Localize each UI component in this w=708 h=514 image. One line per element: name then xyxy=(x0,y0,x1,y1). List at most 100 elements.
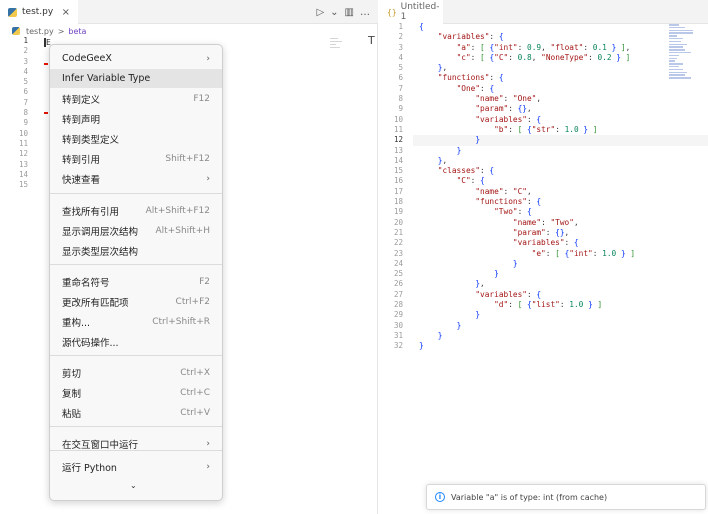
menu-item[interactable]: 粘贴 Ctrl+V xyxy=(50,403,222,422)
line-number-gutter: 1 2 3 4 5 6 7 8 9 10 11 12 13 14 15 xyxy=(0,36,36,190)
line-number: 2 xyxy=(23,46,28,56)
right-tab-bar: {} Untitled-1 xyxy=(379,0,708,24)
line-number: 16 xyxy=(393,176,403,186)
line-number: 17 xyxy=(393,186,403,196)
line-number: 11 xyxy=(18,138,28,148)
menu-item[interactable]: 转到声明 xyxy=(50,109,222,128)
line-number: 1 xyxy=(23,36,28,45)
tab-untitled-1[interactable]: {} Untitled-1 xyxy=(379,0,443,24)
info-icon: i xyxy=(435,492,445,502)
line-number: 13 xyxy=(393,145,403,155)
line-number: 10 xyxy=(18,128,28,138)
menu-item-label: 源代码操作... xyxy=(62,337,119,349)
line-number: 6 xyxy=(23,87,28,97)
code-line: "name": "Two", xyxy=(512,217,579,227)
menu-item-label: 转到类型定义 xyxy=(62,134,120,146)
menu-item[interactable]: 更改所有匹配项 Ctrl+F2 xyxy=(50,292,222,311)
tab-label: Untitled-1 xyxy=(400,2,440,22)
menu-item[interactable]: 源代码操作... xyxy=(50,332,222,351)
minimap[interactable] xyxy=(330,38,344,56)
close-icon[interactable]: × xyxy=(62,7,70,18)
line-number: 25 xyxy=(393,269,403,279)
menu-item-label: 显示类型层次结构 xyxy=(62,246,139,258)
menu-item-label: 重构... xyxy=(62,317,91,329)
code-line: "e": [ {"int": 1.0 } ] xyxy=(531,248,636,258)
tab-test-py[interactable]: test.py × xyxy=(0,0,78,24)
code-line: "functions": { xyxy=(475,197,542,207)
menu-item-label: CodeGeeX xyxy=(62,53,112,64)
code-line: "classes": { xyxy=(437,166,495,176)
menu-item-shortcut: Ctrl+X xyxy=(180,367,210,378)
menu-item-label: 运行 Python xyxy=(62,462,117,474)
menu-item[interactable]: 转到类型定义 xyxy=(50,129,222,148)
code-line: } xyxy=(413,135,708,146)
line-number: 20 xyxy=(393,217,403,227)
chevron-down-icon[interactable]: ⌄ xyxy=(330,7,338,18)
code-line: "One": { xyxy=(456,83,495,93)
notification-message: Variable "a" is of type: int (from cache… xyxy=(451,492,608,502)
error-marker xyxy=(44,63,48,65)
menu-item[interactable]: 快速查看 › xyxy=(50,169,222,188)
line-number: 15 xyxy=(18,180,28,190)
breadcrumb-symbol[interactable]: beta xyxy=(68,27,86,36)
breadcrumb-file[interactable]: test.py xyxy=(26,27,54,36)
menu-item-shortcut: Ctrl+C xyxy=(180,387,210,398)
code-area[interactable]: { "variables": { "a": [ {"int": 0.9, "fl… xyxy=(413,22,708,352)
line-number: 12 xyxy=(393,135,403,145)
line-number: 14 xyxy=(393,155,403,165)
text-cursor-icon: T xyxy=(368,34,375,47)
line-number: 5 xyxy=(398,63,403,73)
python-file-icon xyxy=(8,7,17,17)
menu-item[interactable]: 转到引用 Shift+F12 xyxy=(50,149,222,168)
line-number: 9 xyxy=(398,104,403,114)
code-line: "a": [ {"int": 0.9, "float": 0.1 } ], xyxy=(456,42,631,52)
line-number: 13 xyxy=(18,159,28,169)
line-number: 23 xyxy=(393,248,403,258)
code-line: { xyxy=(419,22,424,31)
menu-separator xyxy=(50,450,222,451)
code-line: "variables": { xyxy=(512,238,579,248)
more-actions-icon[interactable]: … xyxy=(360,7,370,18)
left-tab-bar: test.py × ▷ ⌄ ▥ … xyxy=(0,0,378,24)
run-icon[interactable]: ▷ xyxy=(316,7,324,18)
menu-item-shortcut: F2 xyxy=(199,276,210,287)
line-number: 27 xyxy=(393,289,403,299)
python-file-icon xyxy=(12,27,20,35)
menu-item[interactable]: 运行 Python › xyxy=(50,457,222,476)
json-file-icon: {} xyxy=(387,7,397,17)
code-line: "param": {}, xyxy=(475,104,532,114)
line-number: 7 xyxy=(398,83,403,93)
chevron-down-icon[interactable]: ⌄ xyxy=(130,481,137,490)
line-number: 18 xyxy=(393,197,403,207)
code-line: }, xyxy=(437,63,448,73)
line-number: 7 xyxy=(23,97,28,107)
menu-item[interactable]: 转到定义 F12 xyxy=(50,89,222,108)
line-number-gutter: 1 2 3 4 5 6 7 8 9 10 11 12 13 14 15 16 17 18 19 20 21 22 23 24 2… xyxy=(379,22,409,352)
menu-item-label: 转到定义 xyxy=(62,94,101,106)
code-line: } xyxy=(475,310,481,320)
menu-item[interactable]: 重构... Ctrl+Shift+R xyxy=(50,312,222,331)
menu-item-shortcut: Shift+F12 xyxy=(165,153,210,164)
menu-separator xyxy=(50,426,222,427)
menu-item[interactable]: 显示类型层次结构 xyxy=(50,241,222,260)
line-number: 24 xyxy=(393,258,403,268)
line-number: 19 xyxy=(393,207,403,217)
menu-item[interactable]: 复制 Ctrl+C xyxy=(50,383,222,402)
line-number: 10 xyxy=(393,114,403,124)
menu-separator xyxy=(50,193,222,194)
menu-item-label: 复制 xyxy=(62,388,82,400)
line-number: 12 xyxy=(18,149,28,159)
minimap[interactable] xyxy=(669,24,697,79)
line-number: 9 xyxy=(23,118,28,128)
menu-item[interactable]: 查找所有引用 Alt+Shift+F12 xyxy=(50,201,222,220)
menu-item[interactable]: 剪切 Ctrl+X xyxy=(50,363,222,382)
menu-item[interactable]: 显示调用层次结构 Alt+Shift+H xyxy=(50,221,222,240)
menu-item[interactable]: 重命名符号 F2 xyxy=(50,272,222,291)
line-number: 3 xyxy=(398,42,403,52)
menu-item[interactable]: CodeGeeX › xyxy=(50,49,222,68)
menu-item-shortcut: Alt+Shift+F12 xyxy=(145,205,210,216)
menu-item[interactable]: Infer Variable Type xyxy=(50,69,222,88)
menu-item-label: Infer Variable Type xyxy=(62,73,151,84)
split-editor-icon[interactable]: ▥ xyxy=(345,7,354,18)
line-number: 22 xyxy=(393,238,403,248)
